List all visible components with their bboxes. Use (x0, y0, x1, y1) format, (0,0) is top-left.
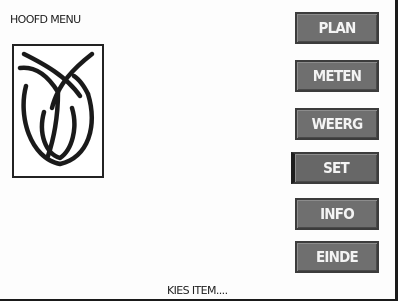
status-prompt: KIES ITEM.... (167, 284, 228, 297)
meten-button[interactable]: METEN (295, 60, 379, 92)
tulip-logo-icon (17, 51, 95, 167)
set-button[interactable]: SET (291, 152, 379, 184)
logo-panel (12, 44, 104, 178)
info-button[interactable]: INFO (295, 198, 379, 230)
page-title: HOOFD MENU (10, 13, 81, 26)
einde-button[interactable]: EINDE (295, 241, 379, 273)
weerg-button[interactable]: WEERG (295, 108, 379, 140)
device-screen: HOOFD MENU PLAN METEN WEERG SET INFO EIN… (0, 0, 398, 301)
plan-button[interactable]: PLAN (295, 12, 379, 44)
